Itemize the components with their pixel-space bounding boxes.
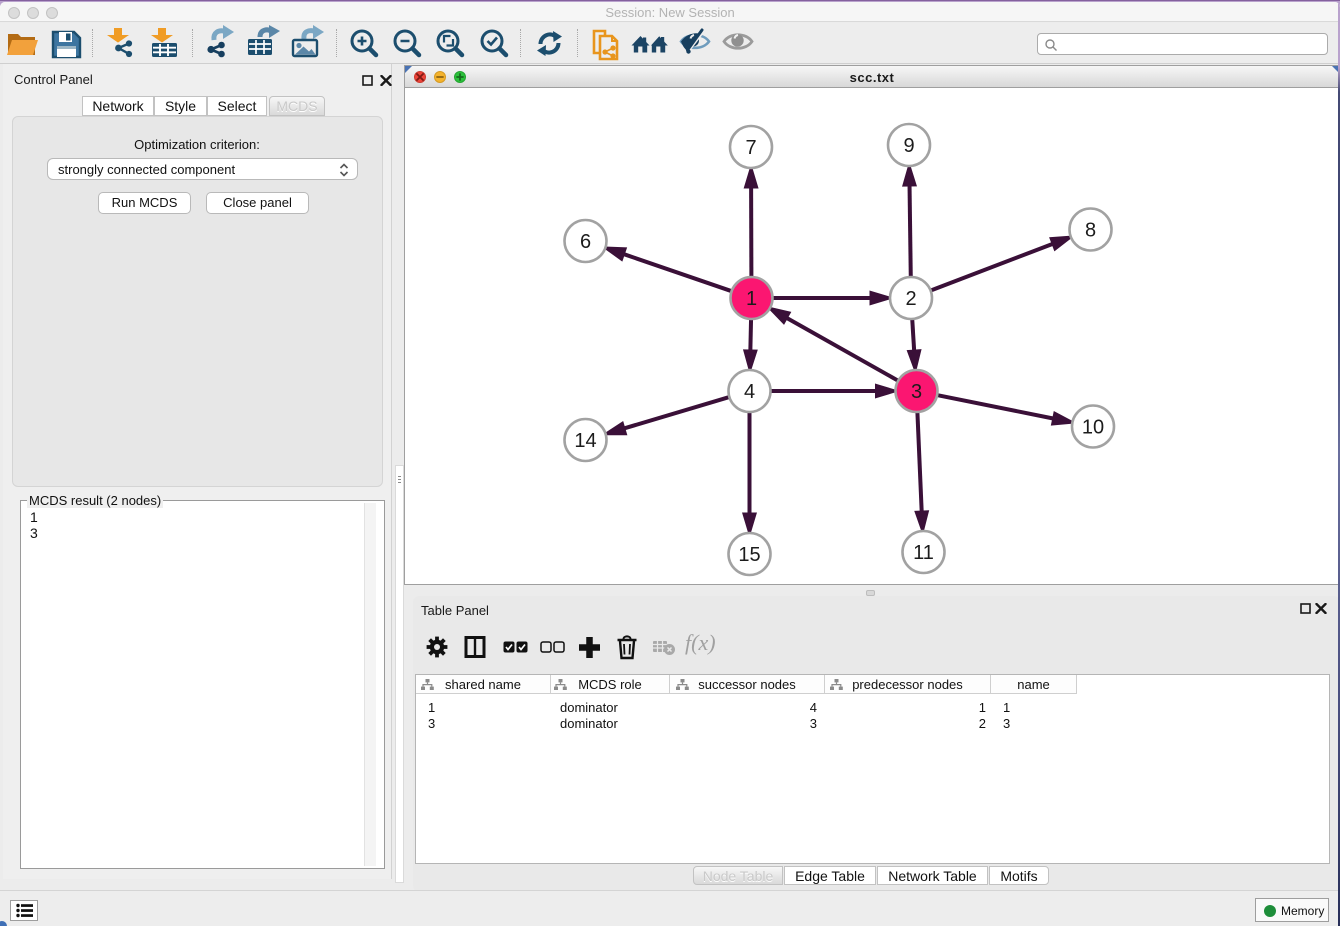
svg-text:6: 6 xyxy=(580,231,591,253)
svg-text:10: 10 xyxy=(1082,417,1104,439)
svg-text:8: 8 xyxy=(1085,220,1096,242)
svg-text:3: 3 xyxy=(911,381,922,403)
svg-text:14: 14 xyxy=(574,430,596,452)
svg-text:2: 2 xyxy=(905,288,916,310)
svg-text:15: 15 xyxy=(738,544,760,566)
svg-text:7: 7 xyxy=(745,137,756,159)
svg-text:4: 4 xyxy=(744,381,755,403)
svg-text:1: 1 xyxy=(746,288,757,310)
svg-text:9: 9 xyxy=(903,135,914,157)
svg-text:11: 11 xyxy=(913,542,934,564)
